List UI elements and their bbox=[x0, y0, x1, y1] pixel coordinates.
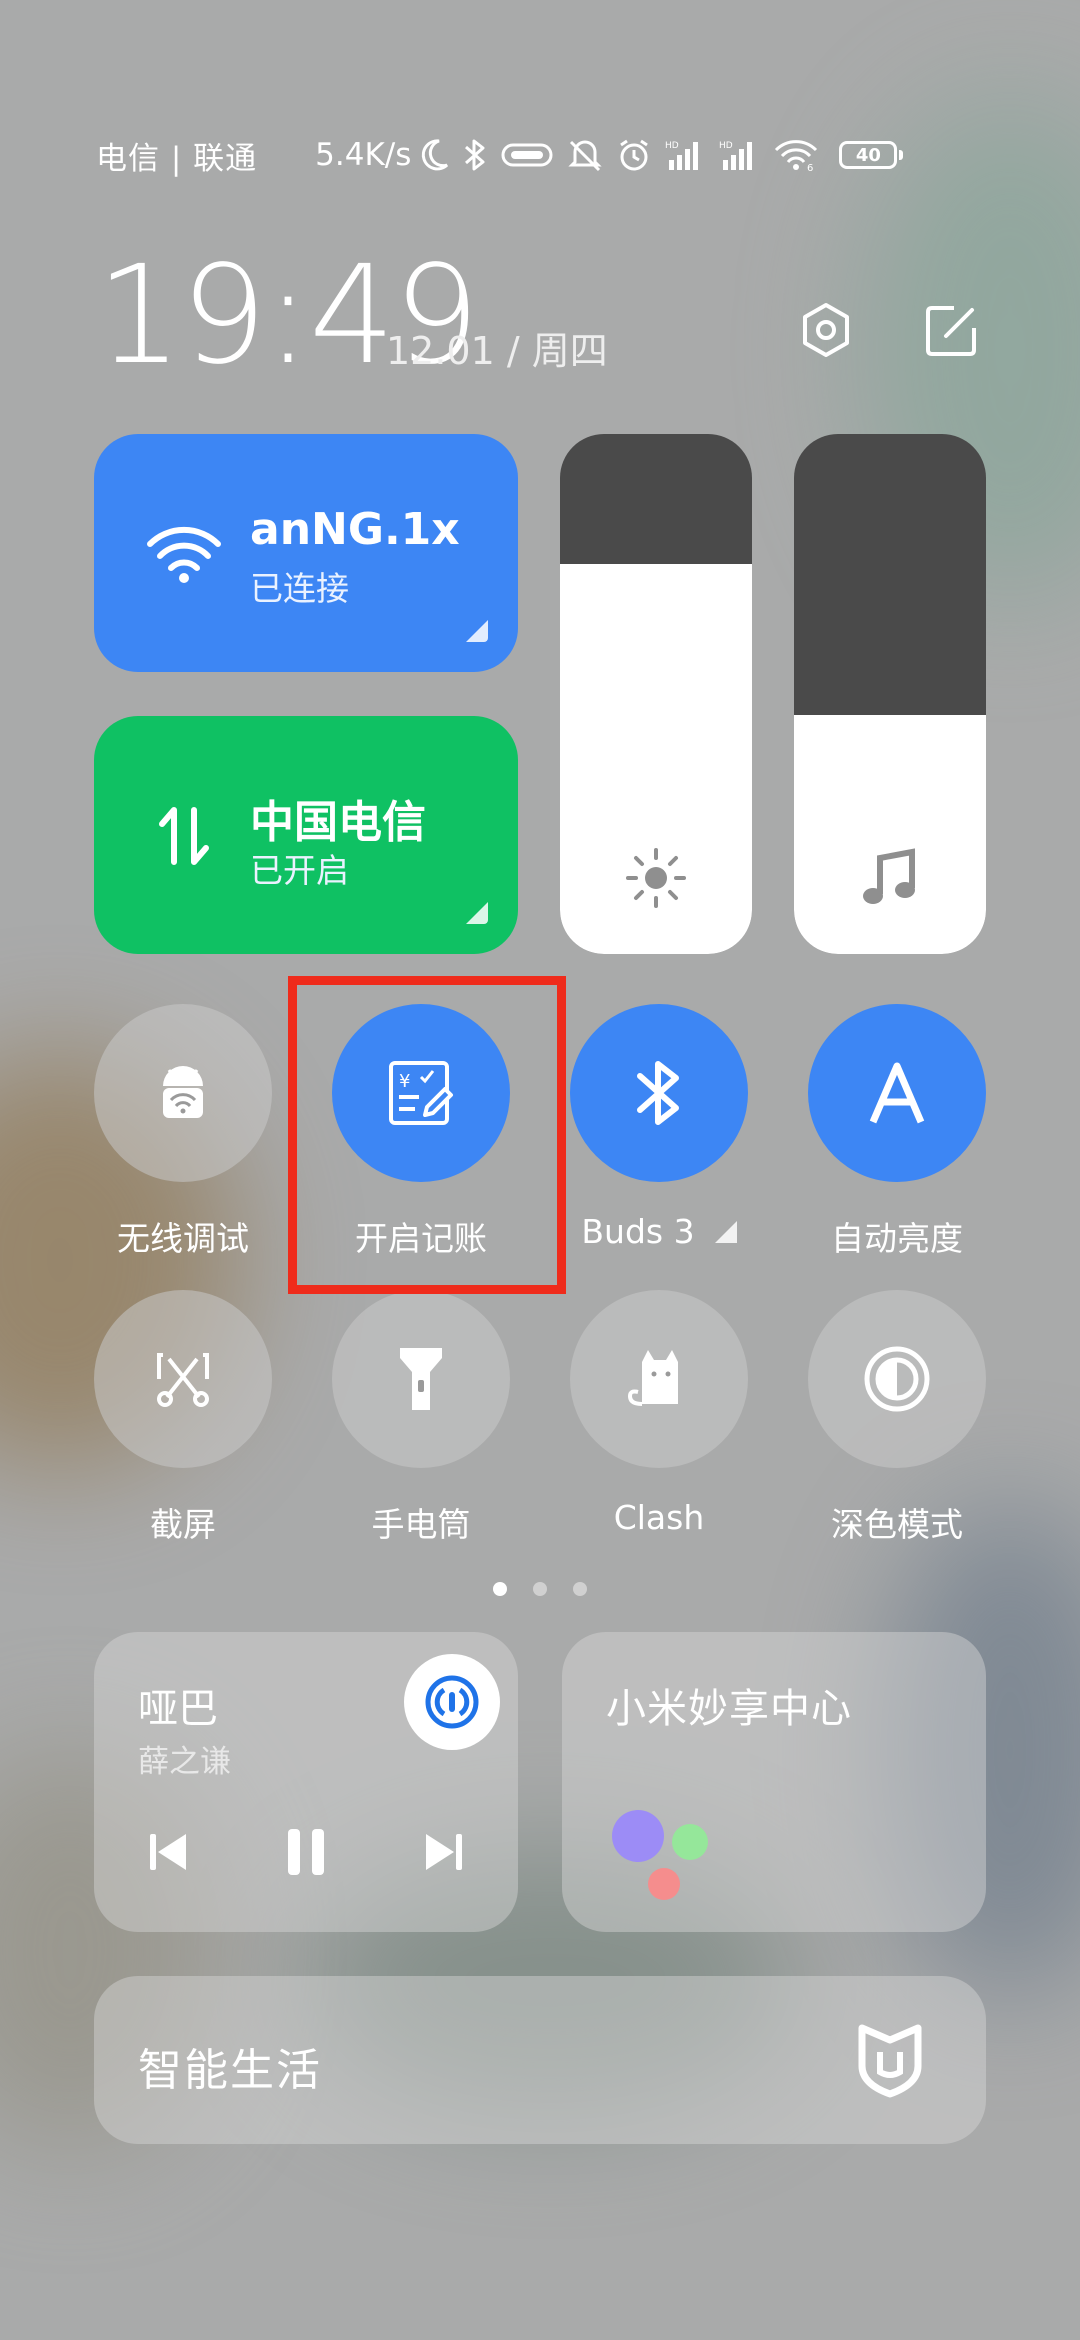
expand-corner-icon[interactable] bbox=[466, 620, 488, 642]
toggle-label: Clash bbox=[613, 1498, 705, 1537]
carrier-label: 电信 | 联通 bbox=[96, 140, 258, 177]
flashlight-icon bbox=[400, 1348, 442, 1410]
status-icons: HD HD 6 40 bbox=[419, 138, 904, 172]
toggle-label-bluetooth: Buds 3 bbox=[569, 1212, 749, 1251]
toggle-wireless-debugging[interactable]: 无线调试 bbox=[93, 1004, 273, 1260]
mute-icon bbox=[568, 140, 603, 172]
page-dot[interactable] bbox=[533, 1582, 547, 1596]
status-bar: 电信 | 联通 5.4K/s HD HD 6 40 bbox=[96, 130, 984, 180]
toggle-label: 手电筒 bbox=[371, 1505, 471, 1544]
song-artist: 薛之谦 bbox=[138, 1744, 231, 1780]
share-center-title: 小米妙享中心 bbox=[606, 1686, 852, 1732]
mobile-data-tile[interactable]: 中国电信 已开启 bbox=[94, 716, 518, 954]
vpn-key-icon bbox=[501, 143, 553, 167]
toggle-label: 无线调试 bbox=[117, 1219, 249, 1258]
alarm-icon bbox=[620, 139, 649, 171]
pause-icon bbox=[288, 1829, 324, 1875]
sun-icon bbox=[560, 846, 752, 910]
music-note-icon bbox=[794, 846, 986, 910]
mobile-data-status: 已开启 bbox=[250, 851, 349, 890]
wifi-tile[interactable]: anNG.1x 已连接 bbox=[94, 434, 518, 672]
svg-text:6: 6 bbox=[807, 163, 813, 172]
page-indicator bbox=[0, 1582, 1080, 1596]
data-transfer-icon bbox=[146, 798, 222, 874]
previous-button[interactable] bbox=[138, 1822, 198, 1882]
battery-level: 40 bbox=[839, 141, 898, 169]
volume-level-fill bbox=[794, 714, 986, 954]
toggle-clash[interactable]: Clash bbox=[569, 1290, 749, 1537]
smart-life-title: 智能生活 bbox=[138, 2045, 322, 2096]
toggle-bluetooth[interactable]: Buds 3 bbox=[569, 1004, 749, 1251]
media-controls bbox=[138, 1822, 474, 1882]
screenshot-icon bbox=[157, 1353, 209, 1407]
bluetooth-device-name: Buds 3 bbox=[581, 1212, 695, 1251]
gear-icon bbox=[803, 303, 849, 357]
moon-icon bbox=[422, 139, 449, 171]
highlight-annotation bbox=[288, 976, 566, 1294]
bluetooth-icon bbox=[637, 1061, 679, 1125]
smart-life-card[interactable]: 智能生活 bbox=[94, 1976, 986, 2144]
svg-text:HD: HD bbox=[719, 141, 733, 151]
music-app-button[interactable] bbox=[404, 1654, 500, 1750]
edit-icon bbox=[926, 306, 976, 356]
clash-button[interactable] bbox=[570, 1290, 748, 1468]
flashlight-button[interactable] bbox=[332, 1290, 510, 1468]
next-button[interactable] bbox=[414, 1822, 474, 1882]
page-dot[interactable] bbox=[493, 1582, 507, 1596]
bluetooth-icon bbox=[465, 139, 485, 171]
share-center-logo bbox=[612, 1810, 708, 1900]
dark-mode-button[interactable] bbox=[808, 1290, 986, 1468]
mi-home-icon bbox=[850, 2020, 930, 2100]
auto-brightness-button[interactable] bbox=[808, 1004, 986, 1182]
toggle-flashlight[interactable]: 手电筒 bbox=[331, 1290, 511, 1546]
signal-hd-icon: HD bbox=[665, 141, 699, 170]
wireless-debugging-button[interactable] bbox=[94, 1004, 272, 1182]
android-wifi-icon bbox=[163, 1066, 203, 1118]
carrier-name: 中国电信 bbox=[250, 797, 426, 848]
toggle-dark-mode[interactable]: 深色模式 bbox=[807, 1290, 987, 1546]
cat-icon bbox=[627, 1350, 678, 1406]
toggle-auto-brightness[interactable]: 自动亮度 bbox=[807, 1004, 987, 1260]
svg-text:HD: HD bbox=[665, 141, 679, 151]
signal-hd-icon: HD bbox=[719, 141, 753, 170]
toggle-label: 自动亮度 bbox=[831, 1219, 963, 1258]
auto-brightness-icon bbox=[869, 1062, 925, 1124]
skip-previous-icon bbox=[150, 1834, 186, 1870]
wifi-status: 已连接 bbox=[250, 569, 349, 608]
page-dot[interactable] bbox=[573, 1582, 587, 1596]
skip-next-icon bbox=[426, 1834, 462, 1870]
battery-icon: 40 bbox=[839, 141, 904, 169]
toggle-label: 深色模式 bbox=[831, 1505, 963, 1544]
wifi-icon bbox=[146, 516, 222, 592]
control-center: 电信 | 联通 5.4K/s HD HD 6 40 19:49 12.01 / … bbox=[0, 0, 1080, 2340]
dark-mode-icon bbox=[864, 1346, 930, 1412]
music-app-icon bbox=[425, 1675, 479, 1729]
song-title: 哑巴 bbox=[138, 1686, 218, 1732]
bluetooth-button[interactable] bbox=[570, 1004, 748, 1182]
brightness-slider[interactable] bbox=[560, 434, 752, 954]
toggle-label: 截屏 bbox=[150, 1505, 216, 1544]
wifi-network-name: anNG.1x bbox=[250, 504, 460, 555]
edit-button[interactable] bbox=[922, 300, 982, 360]
volume-slider[interactable] bbox=[794, 434, 986, 954]
wifi-6-icon: 6 bbox=[775, 140, 818, 172]
media-player-card[interactable]: 哑巴 薛之谦 bbox=[94, 1632, 518, 1932]
pause-button[interactable] bbox=[276, 1822, 336, 1882]
network-speed: 5.4K/s bbox=[315, 137, 412, 173]
date-label: 12.01 / 周四 bbox=[386, 329, 608, 373]
expand-corner-icon[interactable] bbox=[714, 1220, 737, 1243]
settings-button[interactable] bbox=[796, 300, 856, 360]
screenshot-button[interactable] bbox=[94, 1290, 272, 1468]
expand-corner-icon[interactable] bbox=[466, 902, 488, 924]
mi-share-center-card[interactable]: 小米妙享中心 bbox=[562, 1632, 986, 1932]
toggle-screenshot[interactable]: 截屏 bbox=[93, 1290, 273, 1546]
